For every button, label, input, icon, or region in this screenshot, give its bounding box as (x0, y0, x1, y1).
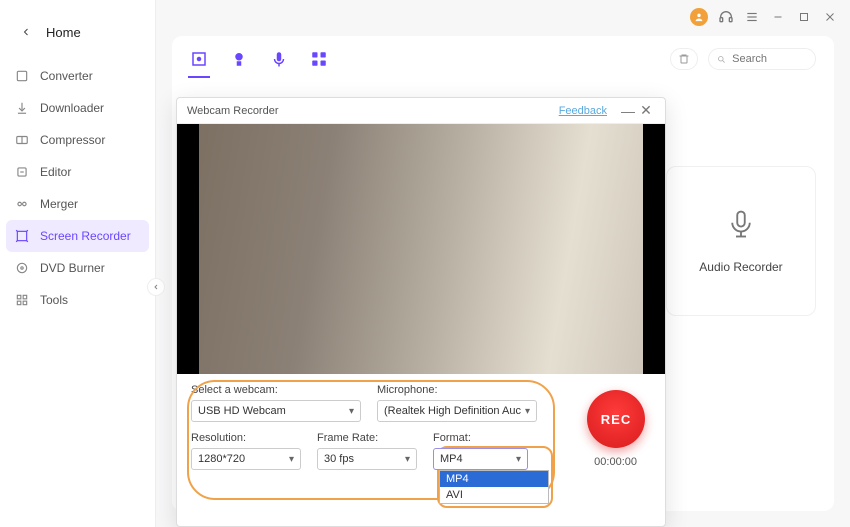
sidebar-item-label: Editor (40, 165, 71, 179)
mode-audio-icon[interactable] (270, 50, 288, 68)
sidebar-item-label: DVD Burner (40, 261, 105, 275)
topbar (156, 0, 850, 30)
mode-apps-icon[interactable] (310, 50, 328, 68)
audio-recorder-card[interactable]: Audio Recorder (666, 166, 816, 316)
grid-icon (14, 292, 30, 308)
window-close-icon[interactable] (822, 9, 838, 25)
modal-minimize-icon[interactable]: — (619, 103, 637, 119)
record-button[interactable]: REC (587, 390, 645, 448)
modal-titlebar[interactable]: Webcam Recorder Feedback — ✕ (177, 98, 665, 124)
microphone-select[interactable]: (Realtek High Definition Auc ▾ (377, 400, 537, 422)
chevron-down-icon: ▾ (405, 454, 410, 465)
search-input[interactable] (732, 53, 807, 65)
sidebar-item-label: Tools (40, 293, 68, 307)
sidebar-item-label: Compressor (40, 133, 105, 147)
compressor-icon (14, 132, 30, 148)
resolution-select-value: 1280*720 (198, 453, 245, 465)
sidebar-item-screen-recorder[interactable]: Screen Recorder (6, 220, 149, 252)
sidebar-item-label: Merger (40, 197, 78, 211)
sidebar: Home Converter Downloader Compressor Edi… (0, 0, 156, 527)
active-indicator (188, 76, 210, 78)
controls-area: Select a webcam: USB HD Webcam ▾ Microph… (177, 374, 665, 526)
feedback-link[interactable]: Feedback (559, 105, 607, 117)
search-box[interactable] (708, 48, 816, 70)
framerate-select[interactable]: 30 fps ▾ (317, 448, 417, 470)
mode-screen-icon[interactable] (190, 50, 208, 68)
sidebar-collapse-handle[interactable] (147, 278, 165, 296)
sidebar-item-label: Converter (40, 69, 93, 83)
framerate-select-value: 30 fps (324, 453, 354, 465)
microphone-select-value: (Realtek High Definition Auc (384, 405, 521, 417)
converter-icon (14, 68, 30, 84)
home-label: Home (46, 25, 81, 40)
search-icon (717, 54, 726, 65)
modal-close-icon[interactable]: ✕ (637, 102, 655, 119)
webcam-preview (177, 124, 665, 374)
resolution-select[interactable]: 1280*720 ▾ (191, 448, 301, 470)
chevron-down-icon: ▾ (349, 406, 354, 417)
mode-webcam-icon[interactable] (230, 50, 248, 68)
microphone-icon (726, 209, 756, 242)
format-dropdown[interactable]: MP4 AVI (439, 470, 549, 504)
webcam-recorder-modal: Webcam Recorder Feedback — ✕ Select a we… (176, 97, 666, 527)
avatar[interactable] (690, 8, 708, 26)
sidebar-item-editor[interactable]: Editor (0, 156, 155, 188)
sidebar-item-merger[interactable]: Merger (0, 188, 155, 220)
webcam-select-value: USB HD Webcam (198, 405, 286, 417)
menu-icon[interactable] (744, 9, 760, 25)
format-option-mp4[interactable]: MP4 (440, 471, 548, 487)
format-select-value: MP4 (440, 453, 463, 465)
sidebar-item-converter[interactable]: Converter (0, 60, 155, 92)
mode-toolbar (172, 36, 834, 82)
timer-display: 00:00:00 (594, 456, 637, 468)
format-select-label: Format: (433, 432, 528, 444)
framerate-select-label: Frame Rate: (317, 432, 417, 444)
disc-icon (14, 260, 30, 276)
editor-icon (14, 164, 30, 180)
headset-icon[interactable] (718, 9, 734, 25)
sidebar-item-dvd-burner[interactable]: DVD Burner (0, 252, 155, 284)
chevron-down-icon: ▾ (525, 406, 530, 417)
record-button-label: REC (601, 412, 631, 427)
sidebar-item-compressor[interactable]: Compressor (0, 124, 155, 156)
microphone-select-label: Microphone: (377, 384, 537, 396)
webcam-select[interactable]: USB HD Webcam ▾ (191, 400, 361, 422)
webcam-select-label: Select a webcam: (191, 384, 361, 396)
back-button[interactable] (16, 22, 36, 42)
format-select[interactable]: MP4 ▾ (433, 448, 528, 470)
resolution-select-label: Resolution: (191, 432, 301, 444)
download-icon (14, 100, 30, 116)
sidebar-item-tools[interactable]: Tools (0, 284, 155, 316)
sidebar-item-label: Screen Recorder (40, 229, 131, 243)
trash-button[interactable] (670, 48, 698, 70)
window-maximize-icon[interactable] (796, 9, 812, 25)
chevron-down-icon: ▾ (516, 454, 521, 465)
nav-list: Converter Downloader Compressor Editor M… (0, 60, 155, 316)
sidebar-item-label: Downloader (40, 101, 104, 115)
modal-title: Webcam Recorder (187, 105, 279, 117)
format-option-avi[interactable]: AVI (440, 487, 548, 503)
sidebar-item-downloader[interactable]: Downloader (0, 92, 155, 124)
chevron-down-icon: ▾ (289, 454, 294, 465)
merger-icon (14, 196, 30, 212)
audio-recorder-label: Audio Recorder (699, 260, 782, 274)
screen-recorder-icon (14, 228, 30, 244)
window-minimize-icon[interactable] (770, 9, 786, 25)
